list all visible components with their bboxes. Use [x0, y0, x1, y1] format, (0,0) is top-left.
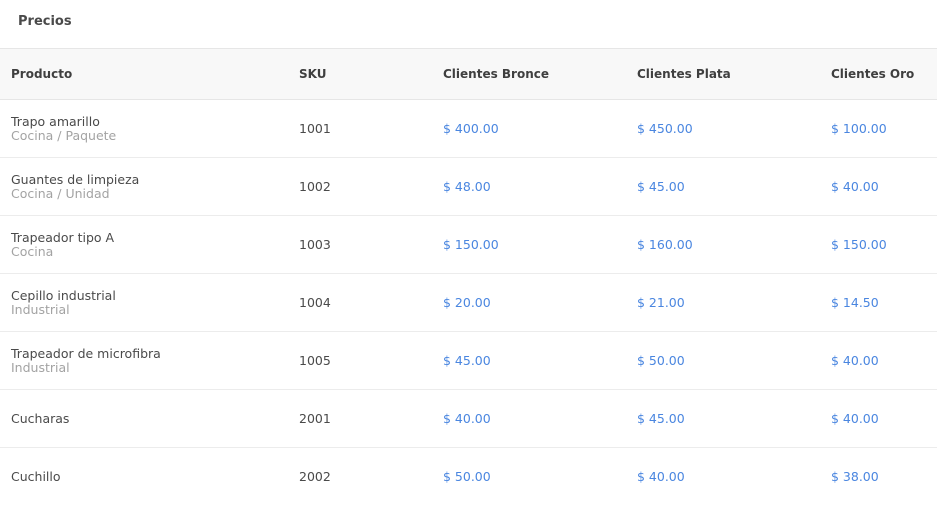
header-silver[interactable]: Clientes Plata: [626, 48, 820, 100]
table-header-row: Producto SKU Clientes Bronce Clientes Pl…: [0, 48, 937, 100]
table-row[interactable]: Guantes de limpieza Cocina / Unidad 1002 $ …: [0, 157, 937, 216]
product-cell: Cucharas: [0, 389, 288, 448]
table-row[interactable]: Trapeador de microfibra Industrial 1005 $ 4…: [0, 331, 937, 390]
sku-cell: 1001: [288, 99, 432, 158]
price-gold-cell[interactable]: $ 14.50: [820, 273, 937, 332]
price-gold-cell[interactable]: $ 38.00: [820, 448, 937, 505]
price-gold-cell[interactable]: $ 150.00: [820, 215, 937, 274]
product-cell: Guantes de limpieza Cocina / Unidad: [0, 157, 288, 216]
price-silver-cell[interactable]: $ 160.00: [626, 215, 820, 274]
product-name: Cepillo industrial: [11, 288, 116, 303]
prices-card: Precios Producto SKU Clientes Bronce Cli…: [0, 0, 937, 505]
sku-cell: 1003: [288, 215, 432, 274]
product-cell: Cepillo industrial Industrial: [0, 273, 288, 332]
price-silver-cell[interactable]: $ 450.00: [626, 99, 820, 158]
table-row[interactable]: Cucharas 2001 $ 40.00 $ 45.00 $ 40.00: [0, 389, 937, 448]
product-name: Cuchillo: [11, 469, 61, 485]
product-name: Cucharas: [11, 411, 70, 426]
product-name: Trapeador tipo A: [11, 230, 115, 245]
header-gold[interactable]: Clientes Oro: [820, 48, 937, 100]
price-bronze-cell[interactable]: $ 400.00: [432, 99, 626, 158]
product-name: Guantes de limpieza: [11, 172, 140, 187]
price-bronze-cell[interactable]: $ 150.00: [432, 215, 626, 274]
product-name: Trapeador de microfibra: [11, 346, 161, 361]
product-cell: Trapo amarillo Cocina / Paquete: [0, 99, 288, 158]
product-cell: Cuchillo: [0, 448, 288, 505]
price-bronze-cell[interactable]: $ 40.00: [432, 389, 626, 448]
price-silver-cell[interactable]: $ 21.00: [626, 273, 820, 332]
sku-cell: 1005: [288, 331, 432, 390]
header-sku[interactable]: SKU: [288, 48, 432, 100]
price-gold-cell[interactable]: $ 40.00: [820, 157, 937, 216]
price-silver-cell[interactable]: $ 50.00: [626, 331, 820, 390]
prices-table: Producto SKU Clientes Bronce Clientes Pl…: [0, 48, 937, 505]
price-bronze-cell[interactable]: $ 45.00: [432, 331, 626, 390]
price-gold-cell[interactable]: $ 40.00: [820, 331, 937, 390]
product-category: Cocina: [11, 244, 54, 259]
table-row[interactable]: Trapo amarillo Cocina / Paquete 1001 $ 400.…: [0, 99, 937, 158]
price-silver-cell[interactable]: $ 40.00: [626, 448, 820, 505]
table-row[interactable]: Cepillo industrial Industrial 1004 $ 20.00 $…: [0, 273, 937, 332]
sku-cell: 1002: [288, 157, 432, 216]
header-product[interactable]: Producto: [0, 48, 288, 100]
product-name: Trapo amarillo: [11, 114, 100, 129]
header-bronze[interactable]: Clientes Bronce: [432, 48, 626, 100]
sku-cell: 2001: [288, 389, 432, 448]
price-gold-cell[interactable]: $ 40.00: [820, 389, 937, 448]
price-silver-cell[interactable]: $ 45.00: [626, 389, 820, 448]
price-bronze-cell[interactable]: $ 20.00: [432, 273, 626, 332]
card-title: Precios: [18, 14, 72, 29]
product-cell: Trapeador de microfibra Industrial: [0, 331, 288, 390]
table-row[interactable]: Trapeador tipo A Cocina 1003 $ 150.00 $ 160.…: [0, 215, 937, 274]
product-category: Industrial: [11, 360, 70, 375]
price-bronze-cell[interactable]: $ 50.00: [432, 448, 626, 505]
price-gold-cell[interactable]: $ 100.00: [820, 99, 937, 158]
product-category: Industrial: [11, 302, 70, 317]
product-category: Cocina / Unidad: [11, 186, 110, 201]
sku-cell: 2002: [299, 469, 331, 485]
price-silver-cell[interactable]: $ 45.00: [626, 157, 820, 216]
table-row[interactable]: Cuchillo 2002 $ 50.00 $ 40.00 $ 38.00: [0, 448, 937, 505]
product-category: Cocina / Paquete: [11, 128, 117, 143]
price-bronze-cell[interactable]: $ 48.00: [432, 157, 626, 216]
sku-cell: 1004: [288, 273, 432, 332]
product-cell: Trapeador tipo A Cocina: [0, 215, 288, 274]
